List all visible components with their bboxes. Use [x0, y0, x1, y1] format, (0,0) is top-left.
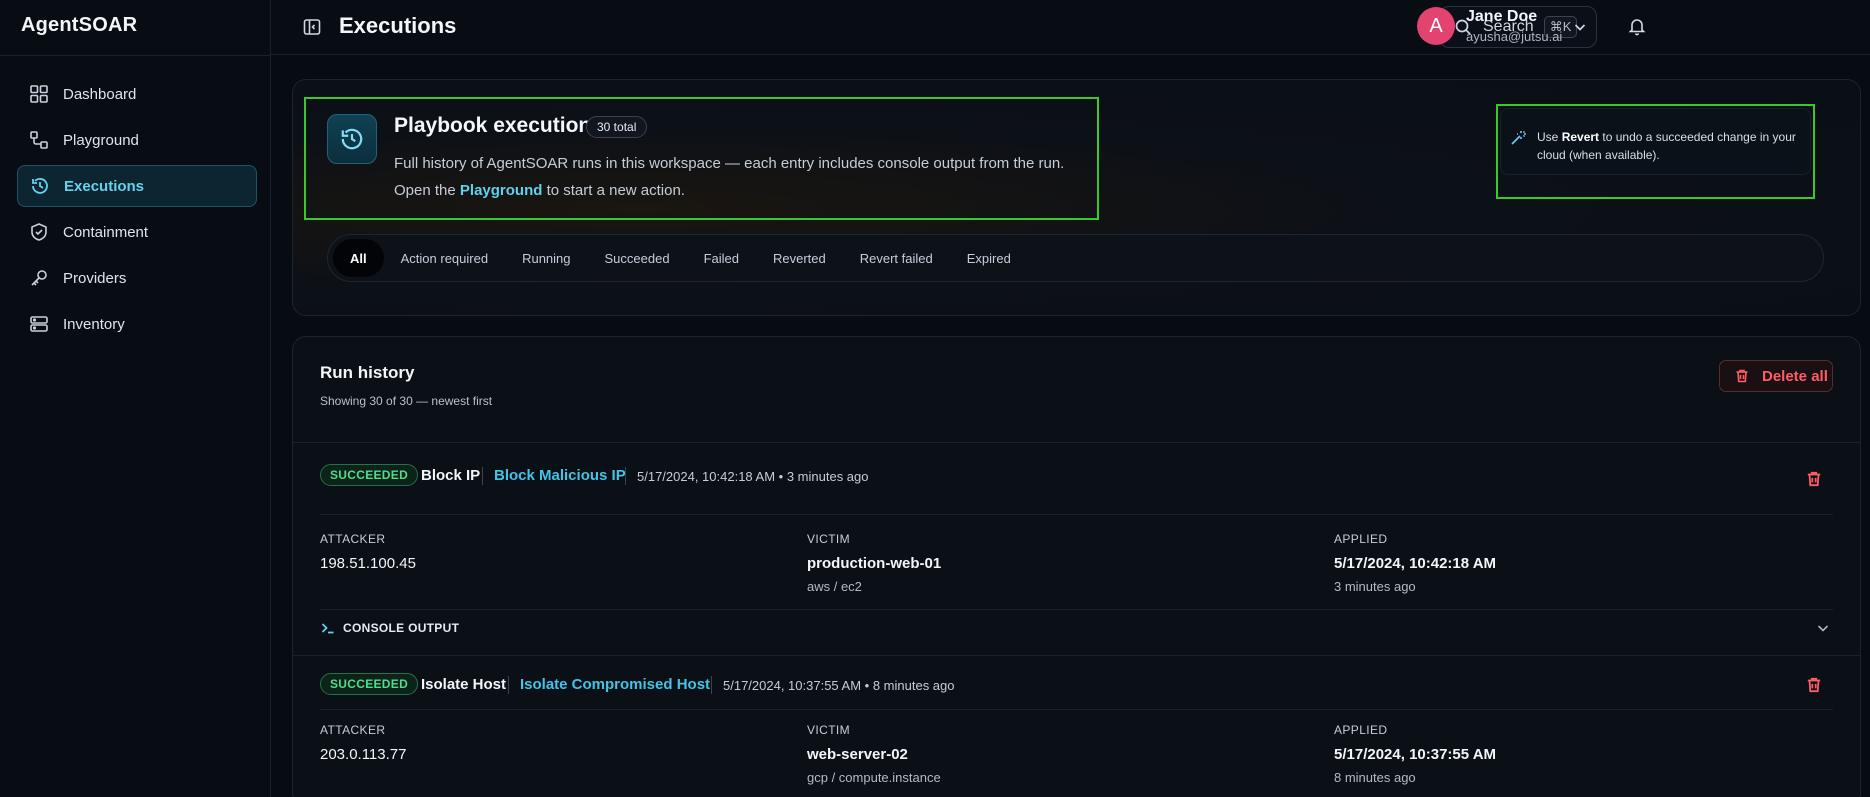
filter-failed[interactable]: Failed	[687, 239, 756, 277]
page-title: Executions	[339, 13, 457, 38]
delete-all-label: Delete all	[1762, 367, 1828, 385]
victim-value: web-server-02	[807, 746, 908, 763]
sidebar-item-label: Executions	[64, 177, 145, 195]
user-email: ayusha@jutsu.ai	[1466, 29, 1563, 44]
sidebar-item-label: Inventory	[63, 315, 125, 333]
playbook-link[interactable]: Block Malicious IP	[494, 467, 626, 484]
applied-value: 5/17/2024, 10:37:55 AM	[1334, 746, 1497, 763]
applied-relative: 3 minutes ago	[1334, 579, 1416, 594]
chevron-down-icon[interactable]	[1572, 19, 1588, 35]
divider	[293, 442, 1860, 443]
sidebar-item-containment[interactable]: Containment	[17, 211, 257, 253]
status-badge: SUCCEEDED	[320, 464, 419, 486]
victim-label: VICTIM	[807, 532, 851, 546]
sidebar-item-label: Playground	[63, 131, 139, 149]
divider	[320, 609, 1833, 610]
attacker-value: 203.0.113.77	[320, 746, 407, 763]
victim-provider: aws / ec2	[807, 579, 862, 594]
top-bar: Executions Search ⌘K	[271, 0, 1870, 55]
filter-running[interactable]: Running	[505, 239, 587, 277]
avatar[interactable]: A	[1417, 7, 1455, 45]
applied-label: APPLIED	[1334, 723, 1388, 737]
applied-relative: 8 minutes ago	[1334, 770, 1416, 785]
chevron-down-icon[interactable]	[1815, 620, 1831, 636]
trash-icon	[1734, 368, 1750, 384]
sidebar-nav: Dashboard Playground Executions Containm…	[17, 73, 257, 349]
revert-hint-text: Use Revert to undo a succeeded change in…	[1537, 128, 1807, 164]
filter-expired[interactable]: Expired	[950, 239, 1028, 277]
divider	[320, 709, 1833, 710]
attacker-label: ATTACKER	[320, 723, 386, 737]
sidebar-item-label: Providers	[63, 269, 127, 287]
run-timestamp: 5/17/2024, 10:37:55 AM • 8 minutes ago	[723, 678, 955, 693]
history-icon	[327, 114, 377, 164]
sidebar-item-label: Containment	[63, 223, 149, 241]
status-badge: SUCCEEDED	[320, 673, 419, 695]
divider	[508, 676, 509, 694]
sidebar-item-playground[interactable]: Playground	[17, 119, 257, 161]
action-name: Isolate Host	[421, 676, 507, 693]
key-icon	[29, 268, 49, 288]
sidebar-item-executions[interactable]: Executions	[17, 165, 257, 207]
server-icon	[29, 314, 49, 334]
sidebar: AgentSOAR Dashboard Playground Execution…	[0, 0, 271, 797]
applied-label: APPLIED	[1334, 532, 1388, 546]
description-text: to start a new action.	[542, 182, 685, 199]
sidebar-item-providers[interactable]: Providers	[17, 257, 257, 299]
sidebar-item-label: Dashboard	[63, 85, 137, 103]
filter-reverted[interactable]: Reverted	[756, 239, 843, 277]
divider	[711, 676, 712, 694]
console-output-toggle[interactable]: CONSOLE OUTPUT	[343, 621, 459, 635]
delete-all-button[interactable]: Delete all	[1719, 360, 1833, 392]
victim-label: VICTIM	[807, 723, 851, 737]
magic-wand-icon	[1509, 129, 1527, 147]
victim-provider: gcp / compute.instance	[807, 770, 941, 785]
header-description: Full history of AgentSOAR runs in this w…	[394, 150, 1094, 204]
filter-revert-failed[interactable]: Revert failed	[843, 239, 950, 277]
run-history-subtitle: Showing 30 of 30 — newest first	[320, 394, 493, 408]
sidebar-toggle-icon[interactable]	[302, 17, 322, 37]
header-title: Playbook executions	[394, 114, 603, 137]
attacker-label: ATTACKER	[320, 532, 386, 546]
run-history-card	[292, 336, 1861, 797]
terminal-icon	[320, 620, 336, 636]
divider	[320, 514, 1833, 515]
hint-bold: Revert	[1561, 130, 1600, 144]
run-history-title: Run history	[320, 363, 415, 382]
sidebar-item-inventory[interactable]: Inventory	[17, 303, 257, 345]
victim-value: production-web-01	[807, 555, 942, 572]
playbook-link[interactable]: Isolate Compromised Host	[520, 676, 710, 693]
filter-succeeded[interactable]: Succeeded	[588, 239, 687, 277]
user-name[interactable]: Jane Doe	[1466, 8, 1537, 26]
status-filter-bar: All Action required Running Succeeded Fa…	[327, 234, 1824, 282]
hint-prefix: Use	[1537, 130, 1562, 144]
bell-icon[interactable]	[1627, 16, 1647, 36]
action-name: Block IP	[421, 467, 481, 484]
trash-icon[interactable]	[1805, 470, 1823, 488]
divider	[482, 467, 483, 485]
trash-icon[interactable]	[1805, 676, 1823, 694]
run-timestamp: 5/17/2024, 10:42:18 AM • 3 minutes ago	[637, 469, 869, 484]
brand-logo[interactable]: AgentSOAR	[21, 14, 137, 37]
filter-action-required[interactable]: Action required	[384, 239, 505, 277]
playground-icon	[29, 130, 49, 150]
total-count-badge: 30 total	[586, 116, 648, 138]
divider	[0, 55, 271, 56]
divider	[293, 655, 1860, 656]
playground-link[interactable]: Playground	[460, 182, 543, 199]
sidebar-item-dashboard[interactable]: Dashboard	[17, 73, 257, 115]
divider	[625, 467, 626, 485]
dashboard-icon	[29, 84, 49, 104]
applied-value: 5/17/2024, 10:42:18 AM	[1334, 555, 1497, 572]
attacker-value: 198.51.100.45	[320, 555, 416, 572]
history-icon	[30, 176, 50, 196]
filter-all[interactable]: All	[333, 239, 384, 277]
shield-icon	[29, 222, 49, 242]
